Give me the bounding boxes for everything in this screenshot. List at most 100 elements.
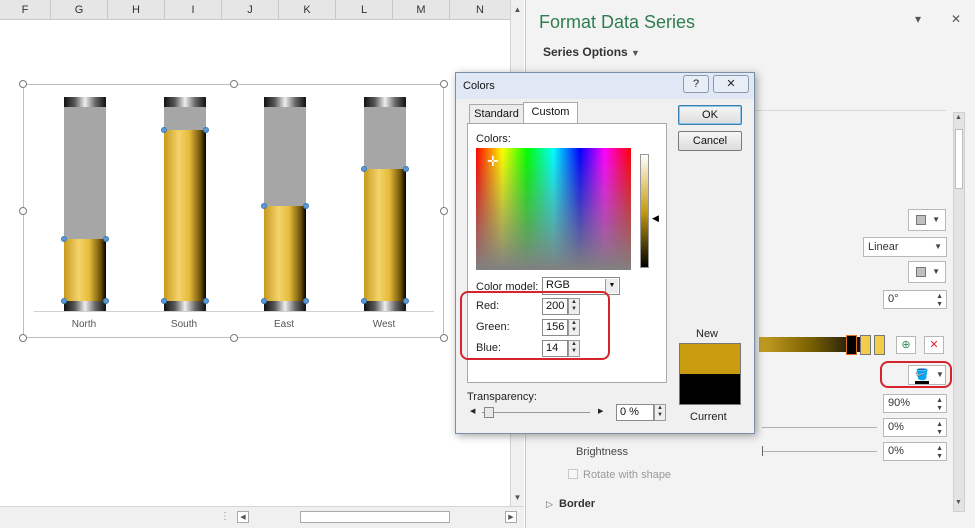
luminance-slider[interactable] <box>640 154 649 268</box>
transparency-slider-track[interactable] <box>762 427 877 428</box>
brightness-up-icon[interactable]: ▲ <box>936 445 943 452</box>
pane-scrollbar[interactable]: ▲ ▼ <box>953 112 965 512</box>
selection-point[interactable] <box>403 298 409 304</box>
dialog-close-icon[interactable]: ✕ <box>713 75 749 93</box>
brightness-down-icon[interactable]: ▼ <box>936 453 943 460</box>
gradient-stop[interactable] <box>874 335 885 355</box>
column-header-j[interactable]: J <box>222 0 279 20</box>
angle-spinner[interactable]: 0° ▲ ▼ <box>883 290 947 309</box>
tab-standard[interactable]: Standard <box>469 104 524 124</box>
column-header-f[interactable]: F <box>0 0 51 20</box>
border-expand-icon[interactable]: ▷ <box>546 499 553 510</box>
slider-right-icon[interactable]: ▶ <box>598 407 603 415</box>
remove-gradient-stop-icon[interactable]: ✕ <box>924 336 944 354</box>
rotate-with-shape-checkbox[interactable] <box>568 469 578 479</box>
column-header-m[interactable]: M <box>393 0 450 20</box>
selection-point[interactable] <box>61 236 67 242</box>
bar-fill[interactable] <box>64 239 106 301</box>
bar-fill[interactable] <box>364 169 406 301</box>
selection-point[interactable] <box>361 166 367 172</box>
scroll-up-icon[interactable]: ▲ <box>512 4 523 15</box>
column-header-n[interactable]: N <box>450 0 510 20</box>
help-button[interactable]: ? <box>683 75 709 93</box>
column-header-k[interactable]: K <box>279 0 336 20</box>
column-header-h[interactable]: H <box>108 0 165 20</box>
chart-resize-handle[interactable] <box>230 80 238 88</box>
gradient-stop[interactable] <box>860 335 871 355</box>
selection-point[interactable] <box>203 127 209 133</box>
add-gradient-stop-icon[interactable]: ⊕ <box>896 336 916 354</box>
horizontal-scroll-thumb[interactable] <box>300 511 450 523</box>
cancel-button[interactable]: Cancel <box>678 131 742 151</box>
pane-scroll-up-icon[interactable]: ▲ <box>955 114 962 121</box>
data-bar[interactable] <box>261 85 309 325</box>
brightness-spinner[interactable]: 0% ▲ ▼ <box>883 442 947 461</box>
data-bar[interactable] <box>361 85 409 325</box>
column-header-i[interactable]: I <box>165 0 222 20</box>
pane-scroll-thumb[interactable] <box>955 129 963 189</box>
position-spinner[interactable]: 90% ▲ ▼ <box>883 394 947 413</box>
split-handle-icon[interactable]: ⋮ <box>220 511 230 522</box>
ok-button[interactable]: OK <box>678 105 742 125</box>
selection-point[interactable] <box>303 298 309 304</box>
position-down-icon[interactable]: ▼ <box>936 405 943 412</box>
direction-button[interactable]: ▼ <box>908 261 946 283</box>
transparency-up-icon[interactable]: ▲ <box>936 421 943 428</box>
gradient-stop-selected[interactable] <box>846 335 857 355</box>
preset-gradients-button[interactable]: ▼ <box>908 209 946 231</box>
chart-resize-handle[interactable] <box>19 334 27 342</box>
chart-resize-handle[interactable] <box>440 207 448 215</box>
selection-point[interactable] <box>103 236 109 242</box>
pane-options-chevron-icon[interactable]: ▾ <box>915 12 921 26</box>
slider-thumb[interactable] <box>484 407 494 418</box>
pane-scroll-down-icon[interactable]: ▼ <box>955 499 962 506</box>
dialog-titlebar[interactable]: Colors ? ✕ <box>456 73 754 99</box>
selection-point[interactable] <box>261 203 267 209</box>
dialog-transparency-slider[interactable]: ◀ ▶ <box>470 407 604 418</box>
selection-point[interactable] <box>361 298 367 304</box>
brightness-slider-thumb[interactable] <box>762 446 763 456</box>
chart-resize-handle[interactable] <box>230 334 238 342</box>
angle-up-icon[interactable]: ▲ <box>936 293 943 300</box>
data-bar[interactable] <box>161 85 209 325</box>
selection-point[interactable] <box>103 298 109 304</box>
data-bar[interactable] <box>61 85 109 325</box>
slider-left-icon[interactable]: ◀ <box>470 407 475 415</box>
chart-area[interactable]: North South East West <box>19 80 448 342</box>
scroll-right-icon[interactable]: ▶ <box>505 511 517 523</box>
selection-point[interactable] <box>161 127 167 133</box>
luminance-pointer-icon[interactable]: ◀ <box>652 213 659 224</box>
scroll-left-icon[interactable]: ◀ <box>237 511 249 523</box>
pane-close-icon[interactable]: ✕ <box>951 12 961 26</box>
selection-point[interactable] <box>61 298 67 304</box>
chart-resize-handle[interactable] <box>19 80 27 88</box>
color-spectrum[interactable] <box>476 148 631 270</box>
selection-point[interactable] <box>161 298 167 304</box>
bar-fill[interactable] <box>164 130 206 301</box>
sheet-horizontal-scrollbar[interactable]: ⋮ ◀ ▶ <box>0 506 524 528</box>
chart-resize-handle[interactable] <box>440 334 448 342</box>
chart-resize-handle[interactable] <box>440 80 448 88</box>
column-header-g[interactable]: G <box>51 0 108 20</box>
dialog-transparency-input[interactable]: 0 % <box>616 404 654 421</box>
selection-point[interactable] <box>403 166 409 172</box>
selection-point[interactable] <box>303 203 309 209</box>
border-section-header[interactable]: Border <box>559 498 595 510</box>
bar-fill[interactable] <box>264 206 306 301</box>
series-options-dropdown[interactable]: Series Options ▼ <box>543 45 640 59</box>
scroll-down-icon[interactable]: ▼ <box>512 492 523 503</box>
tab-custom[interactable]: Custom <box>523 102 578 124</box>
gradient-type-dropdown[interactable]: Linear ▼ <box>863 237 947 257</box>
transparency-down-icon[interactable]: ▼ <box>936 429 943 436</box>
chart-resize-handle[interactable] <box>19 207 27 215</box>
angle-down-icon[interactable]: ▼ <box>936 301 943 308</box>
color-model-caret-icon[interactable]: ▼ <box>605 279 618 293</box>
column-header-l[interactable]: L <box>336 0 393 20</box>
dialog-transparency-spinner[interactable]: ▲ ▼ <box>654 404 666 421</box>
position-up-icon[interactable]: ▲ <box>936 397 943 404</box>
selection-point[interactable] <box>203 298 209 304</box>
transparency-spinner[interactable]: 0% ▲ ▼ <box>883 418 947 437</box>
brightness-slider-track[interactable] <box>762 451 877 452</box>
fill-color-button[interactable]: 🪣 ▼ <box>908 365 946 385</box>
selection-point[interactable] <box>261 298 267 304</box>
